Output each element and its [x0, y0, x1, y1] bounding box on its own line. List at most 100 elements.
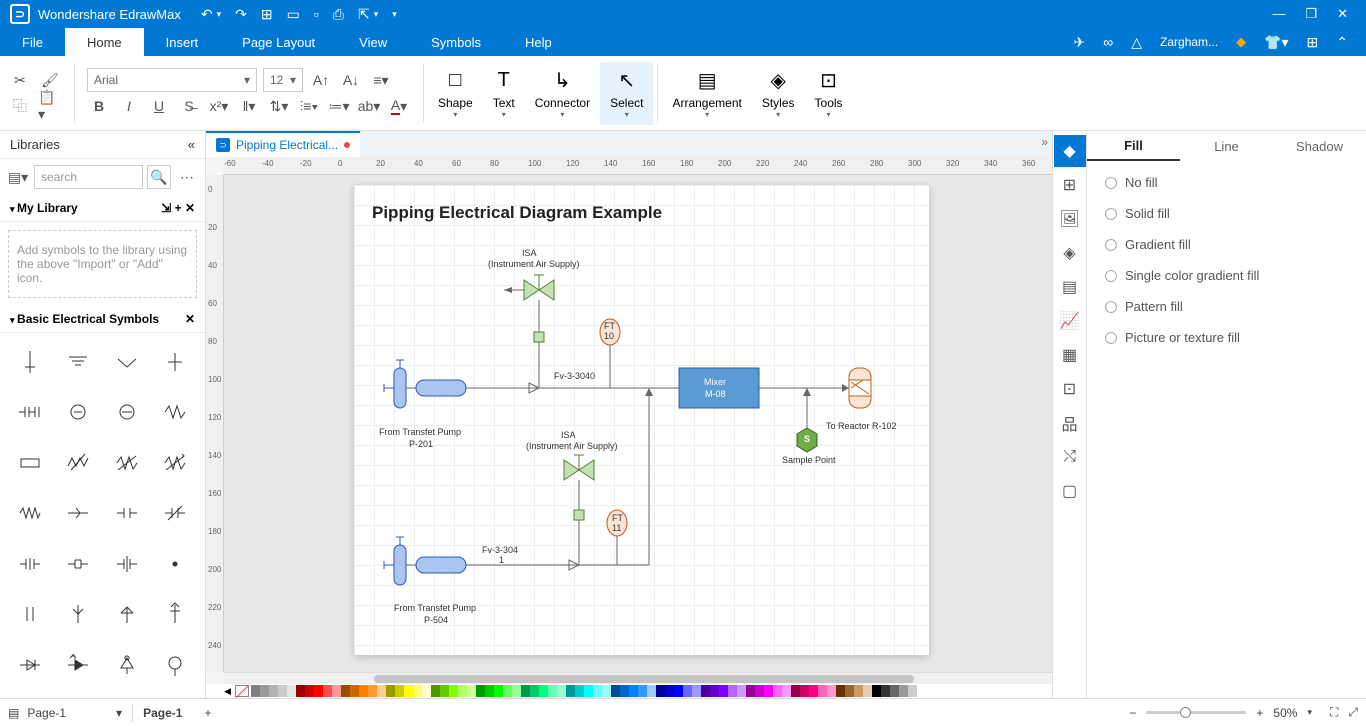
color-swatch[interactable] — [764, 685, 773, 697]
symbol-item[interactable] — [151, 591, 199, 637]
color-swatch[interactable] — [413, 685, 422, 697]
my-library-label[interactable]: My Library — [17, 201, 78, 215]
font-size-select[interactable]: 12▾ — [263, 68, 303, 92]
color-swatch[interactable] — [584, 685, 593, 697]
tab-help[interactable]: Help — [503, 28, 574, 56]
color-swatch[interactable] — [845, 685, 854, 697]
page-select[interactable]: Page-1▾ — [27, 706, 122, 720]
color-swatch[interactable] — [674, 685, 683, 697]
symbol-item[interactable] — [151, 642, 199, 688]
symbol-item[interactable] — [151, 541, 199, 587]
color-swatch[interactable] — [404, 685, 413, 697]
color-swatch[interactable] — [476, 685, 485, 697]
tab-home[interactable]: Home — [65, 28, 144, 56]
color-swatch[interactable] — [512, 685, 521, 697]
color-swatch[interactable] — [485, 685, 494, 697]
strike-icon[interactable]: S̶ — [177, 94, 201, 118]
color-swatch[interactable] — [251, 685, 260, 697]
color-swatch[interactable] — [332, 685, 341, 697]
color-swatch[interactable] — [269, 685, 278, 697]
symbol-item[interactable] — [6, 642, 54, 688]
symbol-item[interactable] — [103, 389, 151, 435]
grid-icon[interactable]: ⊞ — [1054, 169, 1086, 201]
symbol-item[interactable] — [54, 339, 102, 385]
window-close-icon[interactable]: ✕ — [1337, 6, 1348, 22]
color-swatch[interactable] — [494, 685, 503, 697]
italic-icon[interactable]: I — [117, 94, 141, 118]
cut-icon[interactable]: ✂ — [8, 68, 32, 92]
color-swatch[interactable] — [638, 685, 647, 697]
color-nav-left-icon[interactable]: ◀ — [224, 686, 231, 697]
fill-option-single-gradient[interactable]: Single color gradient fill — [1105, 268, 1348, 283]
tab-view[interactable]: View — [337, 28, 409, 56]
fullscreen-icon[interactable]: ⤢ — [1348, 705, 1358, 720]
send-icon[interactable]: ✈ — [1074, 34, 1086, 51]
color-swatch[interactable] — [305, 685, 314, 697]
case-icon[interactable]: ab▾ — [357, 94, 381, 118]
color-swatch[interactable] — [800, 685, 809, 697]
line-height-icon[interactable]: ⇅▾ — [267, 94, 291, 118]
color-swatch[interactable] — [647, 685, 656, 697]
undo-icon[interactable]: ↶ — [201, 6, 213, 23]
color-swatch[interactable] — [575, 685, 584, 697]
tab-symbols[interactable]: Symbols — [409, 28, 503, 56]
tool-connector[interactable]: ↳Connector▾ — [525, 62, 600, 125]
color-swatch[interactable] — [386, 685, 395, 697]
color-swatch[interactable] — [341, 685, 350, 697]
shirt-icon[interactable]: 👕▾ — [1264, 34, 1288, 51]
color-swatch[interactable] — [782, 685, 791, 697]
fill-option-no-fill[interactable]: No fill — [1105, 175, 1348, 190]
color-swatch[interactable] — [287, 685, 296, 697]
window-minimize-icon[interactable]: — — [1272, 6, 1285, 22]
basic-symbols-label[interactable]: Basic Electrical Symbols — [17, 312, 159, 326]
symbol-item[interactable] — [151, 389, 199, 435]
color-swatch[interactable] — [557, 685, 566, 697]
color-swatch[interactable] — [818, 685, 827, 697]
symbol-item[interactable] — [6, 339, 54, 385]
add-page-icon[interactable]: + — [204, 706, 211, 720]
color-swatch[interactable] — [755, 685, 764, 697]
print-icon[interactable]: ⎙ — [333, 6, 344, 23]
undo-dropdown-icon[interactable]: ▾ — [217, 9, 222, 20]
color-swatch[interactable] — [629, 685, 638, 697]
tool-tools[interactable]: ⊡Tools▾ — [805, 62, 853, 125]
page-list-icon[interactable]: ▤ — [8, 706, 19, 720]
symbol-item[interactable] — [54, 541, 102, 587]
increase-font-icon[interactable]: A↑ — [309, 68, 333, 92]
color-swatch[interactable] — [908, 685, 917, 697]
tool-select[interactable]: ↖Select▾ — [600, 62, 653, 125]
tab-line[interactable]: Line — [1180, 131, 1273, 161]
font-color-icon[interactable]: A▾ — [387, 94, 411, 118]
library-menu-icon[interactable]: ▤▾ — [6, 165, 30, 189]
export-dropdown-icon[interactable]: ▾ — [374, 9, 379, 20]
fill-option-pattern[interactable]: Pattern fill — [1105, 299, 1348, 314]
color-swatch[interactable] — [377, 685, 386, 697]
tab-page-layout[interactable]: Page Layout — [220, 28, 337, 56]
search-more-icon[interactable]: ⋯ — [175, 165, 199, 189]
apps-icon[interactable]: ⊞ — [1307, 34, 1319, 51]
fill-option-solid[interactable]: Solid fill — [1105, 206, 1348, 221]
symbol-item[interactable] — [103, 440, 151, 486]
color-swatch[interactable] — [656, 685, 665, 697]
symbol-item[interactable] — [6, 389, 54, 435]
symbol-item[interactable] — [54, 389, 102, 435]
color-swatch[interactable] — [449, 685, 458, 697]
symbol-item[interactable] — [6, 440, 54, 486]
tab-insert[interactable]: Insert — [144, 28, 221, 56]
symbol-item[interactable] — [6, 490, 54, 536]
paste-icon[interactable]: 📋▾ — [38, 94, 62, 118]
expand-right-panel-icon[interactable]: » — [1041, 135, 1048, 149]
zoom-in-icon[interactable]: + — [1256, 706, 1263, 720]
decrease-font-icon[interactable]: A↓ — [339, 68, 363, 92]
symbol-item[interactable] — [151, 490, 199, 536]
new-icon[interactable]: ⊞ — [261, 6, 273, 23]
color-swatch[interactable] — [530, 685, 539, 697]
color-swatch[interactable] — [350, 685, 359, 697]
tab-fill[interactable]: Fill — [1087, 131, 1180, 161]
color-swatch[interactable] — [296, 685, 305, 697]
color-swatch[interactable] — [683, 685, 692, 697]
color-swatch[interactable] — [719, 685, 728, 697]
color-swatch[interactable] — [593, 685, 602, 697]
search-icon[interactable]: 🔍 — [147, 165, 171, 189]
export-icon[interactable]: ⇱ — [358, 6, 370, 23]
